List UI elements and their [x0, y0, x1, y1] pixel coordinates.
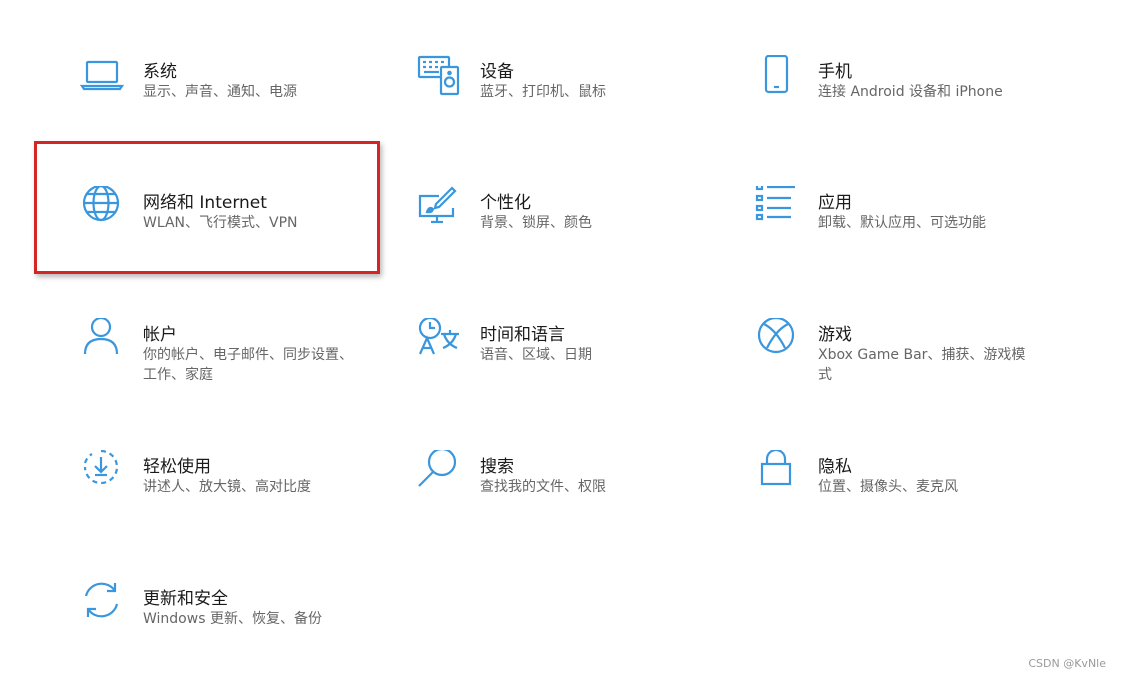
- tile-title: 帐户: [143, 325, 177, 345]
- refresh-icon: [80, 582, 124, 626]
- tile-title: 搜索: [480, 457, 514, 477]
- tile-title: 时间和语言: [480, 325, 565, 345]
- tile-update-security[interactable]: 更新和安全 Windows 更新、恢复、备份: [80, 582, 380, 662]
- ease-of-access-icon: [80, 450, 124, 494]
- tile-description: 显示、声音、通知、电源: [143, 84, 297, 100]
- tile-title: 系统: [143, 62, 177, 82]
- tile-title: 设备: [480, 62, 514, 82]
- tile-description: 语音、区域、日期: [480, 347, 592, 363]
- tile-system[interactable]: 系统 显示、声音、通知、电源: [80, 55, 380, 135]
- tile-title: 隐私: [818, 457, 852, 477]
- xbox-icon: [755, 318, 799, 362]
- globe-icon: [80, 186, 124, 230]
- time-language-icon: [417, 318, 461, 362]
- magnifier-icon: [417, 450, 461, 494]
- person-icon: [80, 318, 124, 362]
- tile-search[interactable]: 搜索 查找我的文件、权限: [417, 450, 717, 530]
- tile-description: 你的帐户、电子邮件、同步设置、工作、家庭: [143, 347, 353, 383]
- tile-title: 个性化: [480, 193, 531, 213]
- tile-time-language[interactable]: 时间和语言 语音、区域、日期: [417, 318, 717, 398]
- tile-title: 网络和 Internet: [143, 193, 267, 213]
- tile-devices[interactable]: 设备 蓝牙、打印机、鼠标: [417, 55, 717, 135]
- tile-phone[interactable]: 手机 连接 Android 设备和 iPhone: [755, 55, 1055, 135]
- tile-description: 卸载、默认应用、可选功能: [818, 215, 986, 231]
- tile-description: Xbox Game Bar、捕获、游戏模式: [818, 347, 1026, 383]
- tile-apps[interactable]: 应用 卸载、默认应用、可选功能: [755, 186, 1055, 266]
- tile-description: 查找我的文件、权限: [480, 479, 606, 495]
- devices-icon: [417, 55, 461, 99]
- tile-description: 背景、锁屏、颜色: [480, 215, 592, 231]
- lock-icon: [755, 450, 799, 494]
- tile-accounts[interactable]: 帐户 你的帐户、电子邮件、同步设置、工作、家庭: [80, 318, 380, 398]
- tile-personalization[interactable]: 个性化 背景、锁屏、颜色: [417, 186, 717, 266]
- tile-description: WLAN、飞行模式、VPN: [143, 215, 298, 231]
- tile-title: 应用: [818, 193, 852, 213]
- tile-title: 轻松使用: [143, 457, 211, 477]
- tile-description: Windows 更新、恢复、备份: [143, 611, 322, 627]
- paint-monitor-icon: [417, 186, 461, 230]
- watermark: CSDN @KvNle: [1028, 657, 1106, 670]
- tile-ease-of-access[interactable]: 轻松使用 讲述人、放大镜、高对比度: [80, 450, 380, 530]
- tile-privacy[interactable]: 隐私 位置、摄像头、麦克风: [755, 450, 1055, 530]
- tile-description: 讲述人、放大镜、高对比度: [143, 479, 311, 495]
- tile-gaming[interactable]: 游戏 Xbox Game Bar、捕获、游戏模式: [755, 318, 1055, 398]
- phone-icon: [755, 55, 799, 99]
- tile-title: 更新和安全: [143, 589, 228, 609]
- tile-description: 连接 Android 设备和 iPhone: [818, 84, 1003, 100]
- laptop-icon: [80, 55, 124, 99]
- tile-title: 游戏: [818, 325, 852, 345]
- tile-description: 位置、摄像头、麦克风: [818, 479, 958, 495]
- tile-description: 蓝牙、打印机、鼠标: [480, 84, 606, 100]
- tile-network[interactable]: 网络和 Internet WLAN、飞行模式、VPN: [80, 186, 380, 266]
- tile-title: 手机: [818, 62, 852, 82]
- app-list-icon: [755, 186, 799, 230]
